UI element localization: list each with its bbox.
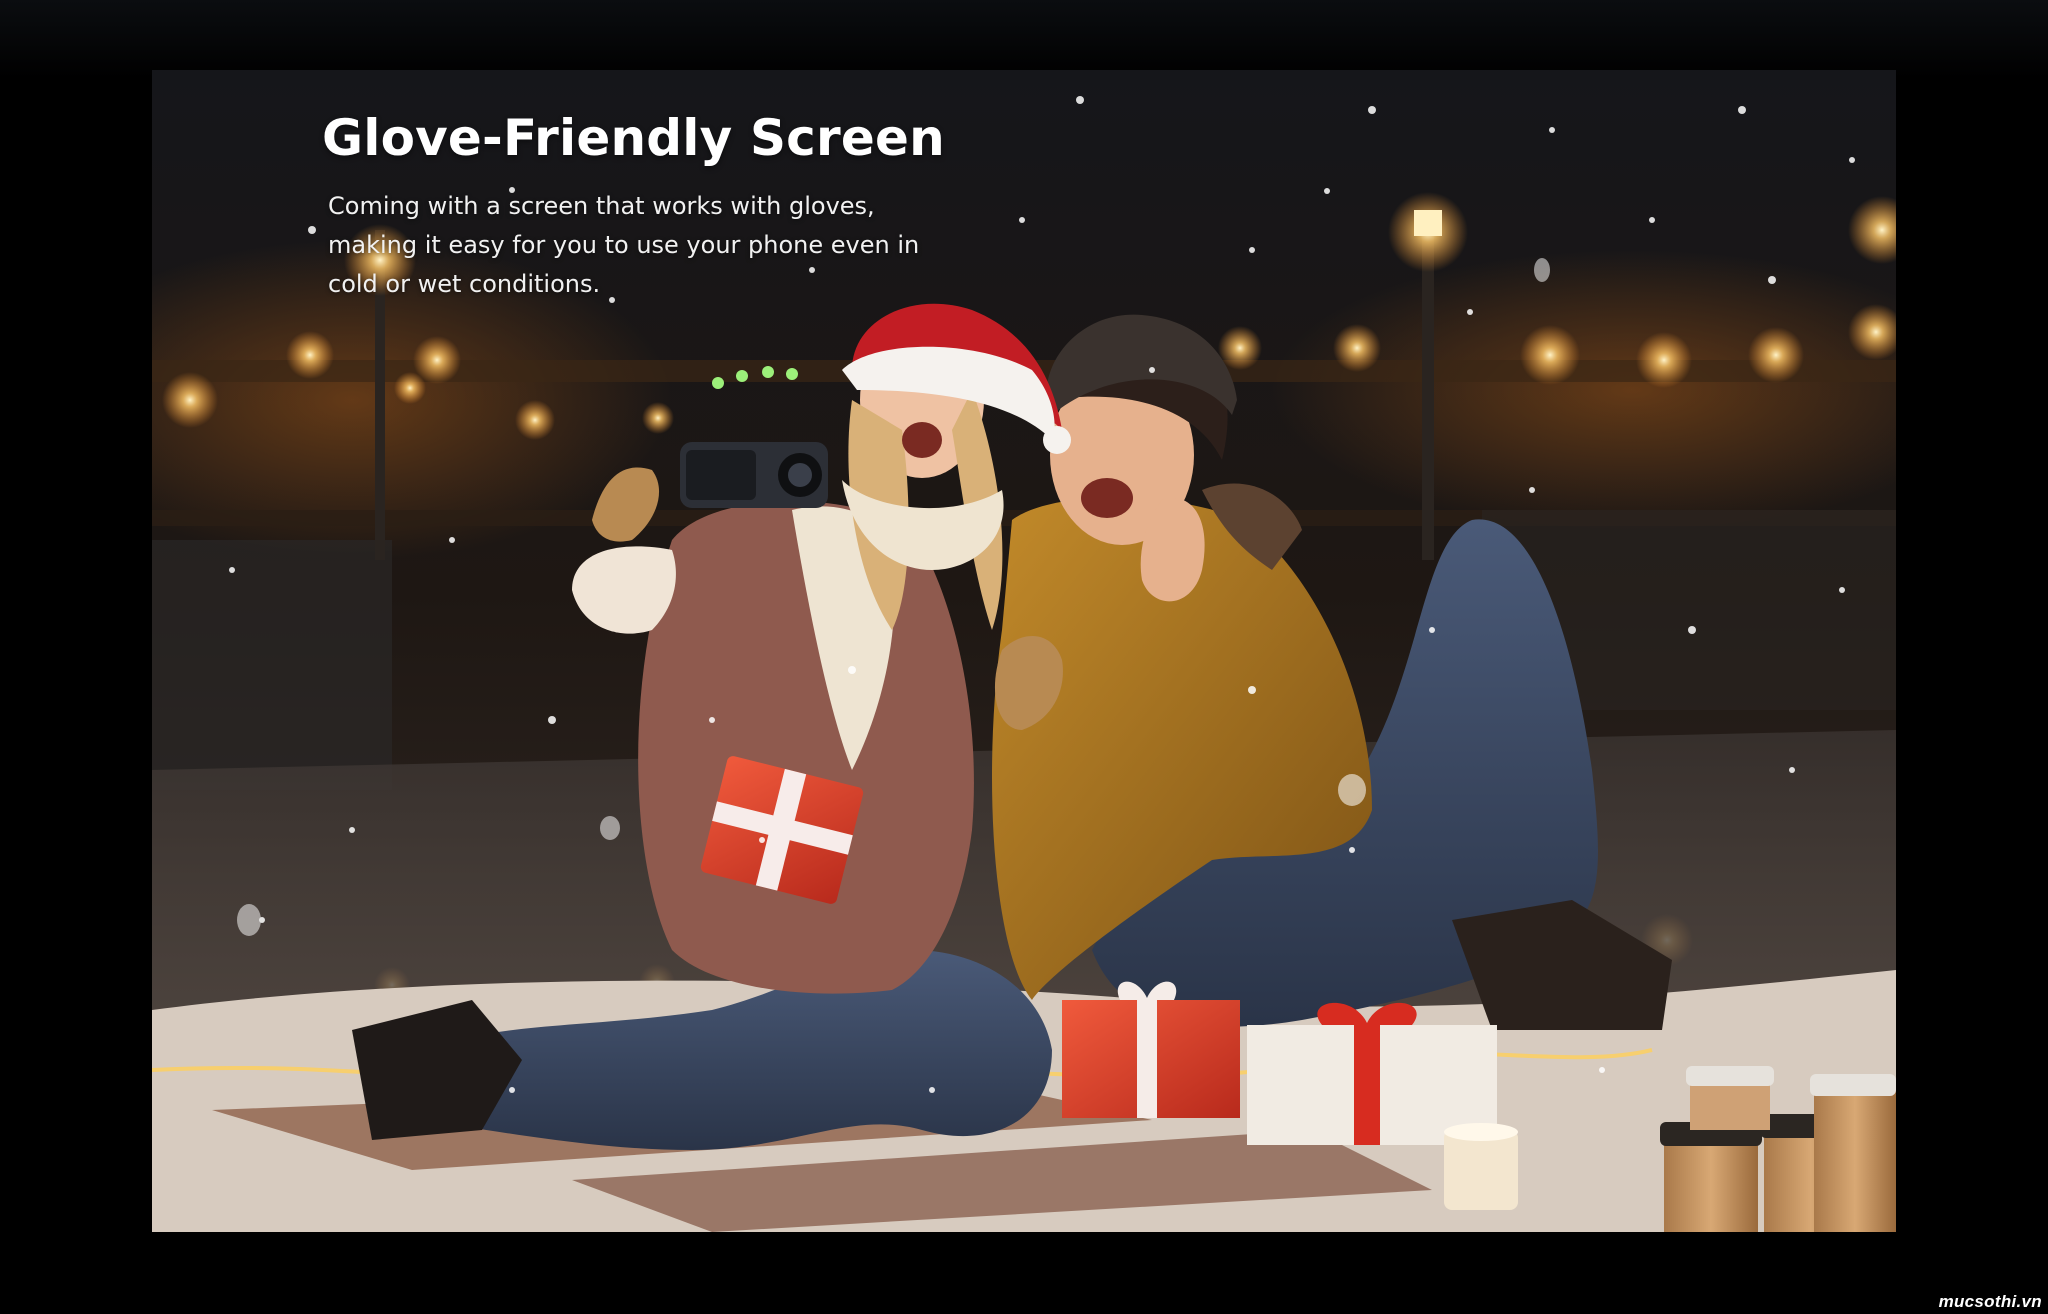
page-title: Glove-Friendly Screen — [322, 109, 945, 167]
watermark: mucsothi.vn — [1938, 1292, 2042, 1311]
hero-photo: Glove-Friendly Screen Coming with a scre… — [152, 70, 1896, 1232]
page: Glove-Friendly Screen Coming with a scre… — [0, 0, 2048, 1314]
rugged-phone — [680, 442, 828, 508]
gift-box-red — [1062, 981, 1240, 1118]
feature-description: Coming with a screen that works with glo… — [328, 192, 920, 298]
